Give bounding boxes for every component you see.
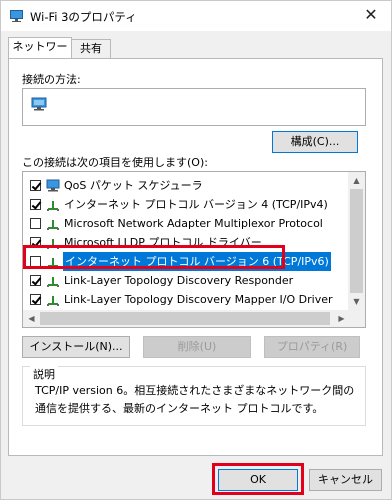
network-adapter-icon: [10, 10, 23, 22]
protocol-icon: [47, 296, 59, 306]
configure-button[interactable]: 構成(C)...: [272, 131, 358, 153]
description-text: TCP/IP version 6。相互接続されたさまざまなネットワーク間の通信を…: [35, 384, 355, 415]
list-item-label: Link-Layer Topology Discovery Responder: [64, 274, 294, 287]
install-button[interactable]: インストール(N)...: [22, 336, 130, 358]
list-item-label: QoS パケット スケジューラ: [64, 179, 203, 192]
scroll-thumb-horizontal[interactable]: [40, 312, 330, 325]
list-item-label: インターネット プロトコル バージョン 4 (TCP/IPv4): [64, 198, 328, 211]
item-checkbox[interactable]: [30, 180, 41, 191]
list-item-label: インターネット プロトコル バージョン 6 (TCP/IPv6): [63, 252, 331, 271]
scroll-down-icon[interactable]: ▼: [348, 293, 365, 310]
close-icon: ✕: [364, 5, 378, 24]
window-title: Wi-Fi 3のプロパティ: [30, 10, 137, 24]
qos-icon: [46, 179, 60, 192]
item-checkbox[interactable]: [30, 199, 41, 210]
scroll-thumb[interactable]: [350, 189, 363, 293]
items-label: この接続は次の項目を使用します(O):: [22, 156, 208, 169]
protocol-icon: [47, 239, 59, 249]
tab-network[interactable]: ネットワーク: [8, 37, 72, 71]
components-list[interactable]: QoS パケット スケジューラインターネット プロトコル バージョン 4 (TC…: [22, 171, 366, 328]
description-title: 説明: [30, 366, 58, 382]
list-item[interactable]: Link-Layer Topology Discovery Mapper I/O…: [23, 290, 353, 309]
item-checkbox[interactable]: [30, 294, 41, 305]
protocol-icon: [47, 220, 59, 230]
title-bar: Wi-Fi 3のプロパティ ✕: [1, 1, 391, 31]
item-checkbox[interactable]: [30, 275, 41, 286]
horizontal-scrollbar[interactable]: ◀ ▶: [23, 310, 350, 327]
vertical-scrollbar[interactable]: ▲ ▼: [348, 172, 365, 310]
properties-button[interactable]: プロパティ(R): [264, 336, 360, 358]
protocol-icon: [47, 201, 59, 211]
list-item[interactable]: Link-Layer Topology Discovery Responder: [23, 271, 353, 290]
item-checkbox[interactable]: [30, 218, 41, 229]
list-item[interactable]: インターネット プロトコル バージョン 4 (TCP/IPv4): [23, 195, 353, 214]
cancel-button[interactable]: キャンセル: [309, 469, 382, 491]
list-item[interactable]: Microsoft Network Adapter Multiplexor Pr…: [23, 214, 353, 233]
close-button[interactable]: ✕: [357, 4, 385, 26]
protocol-icon: [47, 258, 59, 268]
scroll-corner: [348, 310, 365, 327]
list-item-label: Link-Layer Topology Discovery Mapper I/O…: [64, 293, 333, 306]
adapter-box: [22, 88, 366, 126]
connect-method-label: 接続の方法:: [22, 73, 81, 86]
scroll-left-icon[interactable]: ◀: [23, 310, 40, 327]
item-checkbox[interactable]: [30, 237, 41, 248]
list-item[interactable]: インターネット プロトコル バージョン 6 (TCP/IPv6): [23, 252, 353, 271]
list-item-label: Microsoft LLDP プロトコル ドライバー: [64, 236, 262, 249]
components-rows: QoS パケット スケジューラインターネット プロトコル バージョン 4 (TC…: [23, 176, 353, 309]
scroll-up-icon[interactable]: ▲: [348, 172, 365, 189]
list-item[interactable]: Microsoft LLDP プロトコル ドライバー: [23, 233, 353, 252]
ok-button[interactable]: OK: [218, 469, 298, 491]
item-checkbox[interactable]: [30, 256, 41, 267]
network-adapter-icon: [31, 97, 47, 111]
tab-sharing[interactable]: 共有: [71, 39, 111, 59]
list-item-label: Microsoft Network Adapter Multiplexor Pr…: [64, 217, 323, 230]
protocol-icon: [47, 277, 59, 287]
uninstall-button[interactable]: 削除(U): [143, 336, 251, 358]
list-item[interactable]: QoS パケット スケジューラ: [23, 176, 353, 195]
